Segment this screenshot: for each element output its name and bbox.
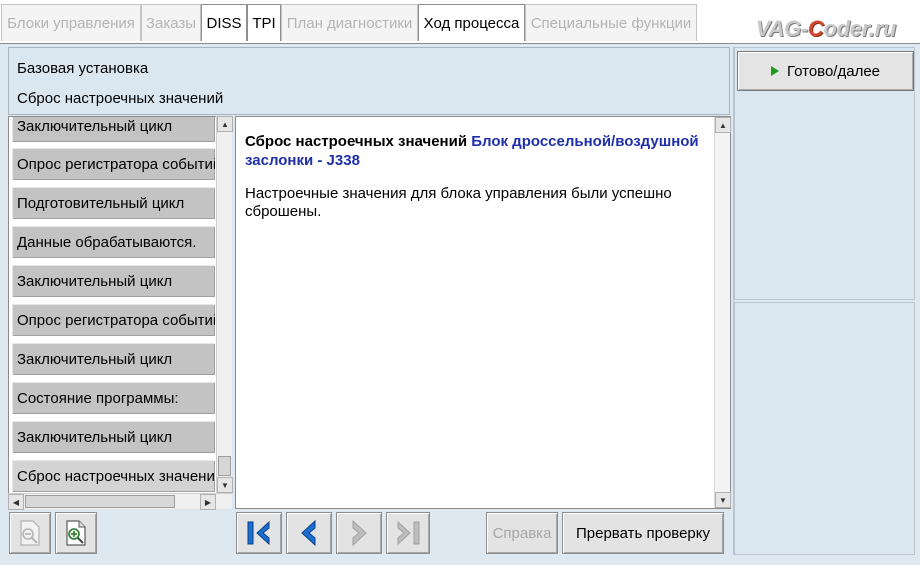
first-step-button[interactable] — [236, 512, 282, 554]
tab-process-flow[interactable]: Ход процесса — [418, 4, 525, 41]
step-item[interactable]: Заключительный цикл — [11, 117, 216, 143]
done-next-label: Готово/далее — [786, 62, 881, 80]
play-icon — [770, 66, 779, 76]
next-step-button[interactable] — [336, 512, 382, 554]
brand-logo-part2: oder.ru — [823, 16, 897, 41]
step-item[interactable]: Опрос регистратора событий — [11, 303, 216, 337]
content-vertical-scrollbar[interactable]: ▲ ▼ — [714, 117, 731, 508]
function-title: Базовая установка — [17, 60, 149, 77]
brand-logo: VAG-Coder.ru — [755, 16, 897, 42]
right-panel-bottom — [734, 302, 915, 555]
content-title-function: Сброс настроечных значений — [245, 133, 472, 150]
scrollbar-thumb[interactable] — [218, 456, 231, 476]
zoom-out-button[interactable] — [9, 512, 51, 554]
tab-control-units[interactable]: Блоки управления — [1, 4, 141, 41]
brand-logo-accent: C — [807, 16, 824, 41]
process-steps-list[interactable]: Заключительный цикл Опрос регистратора с… — [8, 116, 232, 509]
step-item-current[interactable]: Сброс настроечных значений — [11, 459, 216, 493]
scrollbar-thumb[interactable] — [25, 495, 175, 508]
help-button[interactable]: Справка — [486, 512, 558, 554]
chevron-right-icon — [352, 519, 367, 547]
step-item[interactable]: Подготовительный цикл — [11, 186, 216, 220]
steps-vertical-scrollbar[interactable]: ▲ ▼ — [216, 116, 233, 493]
tab-tpi[interactable]: TPI — [247, 4, 281, 41]
step-item[interactable]: Состояние программы: — [11, 381, 216, 415]
chevron-left-icon — [301, 519, 316, 547]
first-step-icon — [247, 520, 270, 546]
abort-test-button[interactable]: Прервать проверку — [562, 512, 724, 554]
step-item[interactable]: Заключительный цикл — [11, 342, 216, 376]
scroll-up-icon[interactable]: ▲ — [217, 116, 233, 132]
steps-horizontal-scrollbar[interactable]: ◀ ▶ — [8, 493, 232, 510]
tab-diagnostic-plan[interactable]: План диагностики — [281, 4, 418, 41]
function-subtitle: Сброс настроечных значений — [17, 90, 224, 107]
content-title: Сброс настроечных значений Блок дроссель… — [245, 132, 705, 170]
top-tab-bar: Блоки управления Заказы DISS TPI План ди… — [0, 0, 920, 44]
function-header: Базовая установка Сброс настроечных знач… — [8, 47, 730, 115]
right-panel-top: Готово/далее — [734, 47, 915, 300]
zoom-in-icon — [66, 520, 86, 546]
scroll-up-icon[interactable]: ▲ — [715, 117, 731, 133]
step-item[interactable]: Опрос регистратора событий — [11, 147, 216, 181]
scroll-left-icon[interactable]: ◀ — [8, 494, 24, 510]
last-step-icon — [397, 520, 420, 546]
step-item[interactable]: Заключительный цикл — [11, 420, 216, 454]
scroll-right-icon[interactable]: ▶ — [200, 494, 216, 510]
scroll-down-icon[interactable]: ▼ — [715, 492, 731, 508]
tab-orders[interactable]: Заказы — [141, 4, 201, 41]
zoom-out-icon — [20, 520, 40, 546]
last-step-button[interactable] — [386, 512, 430, 554]
main-panel: Базовая установка Сброс настроечных знач… — [0, 44, 920, 565]
brand-logo-part1: VAG- — [755, 16, 808, 41]
tab-special-functions[interactable]: Специальные функции — [525, 4, 697, 41]
tab-diss[interactable]: DISS — [201, 4, 247, 41]
previous-step-button[interactable] — [286, 512, 332, 554]
done-next-button[interactable]: Готово/далее — [737, 51, 914, 91]
scroll-down-icon[interactable]: ▼ — [217, 477, 233, 493]
zoom-in-button[interactable] — [55, 512, 97, 554]
content-pane: Сброс настроечных значений Блок дроссель… — [235, 116, 731, 509]
right-action-column: Готово/далее — [733, 47, 915, 555]
content-message: Настроечные значения для блока управлени… — [245, 185, 672, 220]
step-item[interactable]: Заключительный цикл — [11, 264, 216, 298]
step-item[interactable]: Данные обрабатываются. — [11, 225, 216, 259]
